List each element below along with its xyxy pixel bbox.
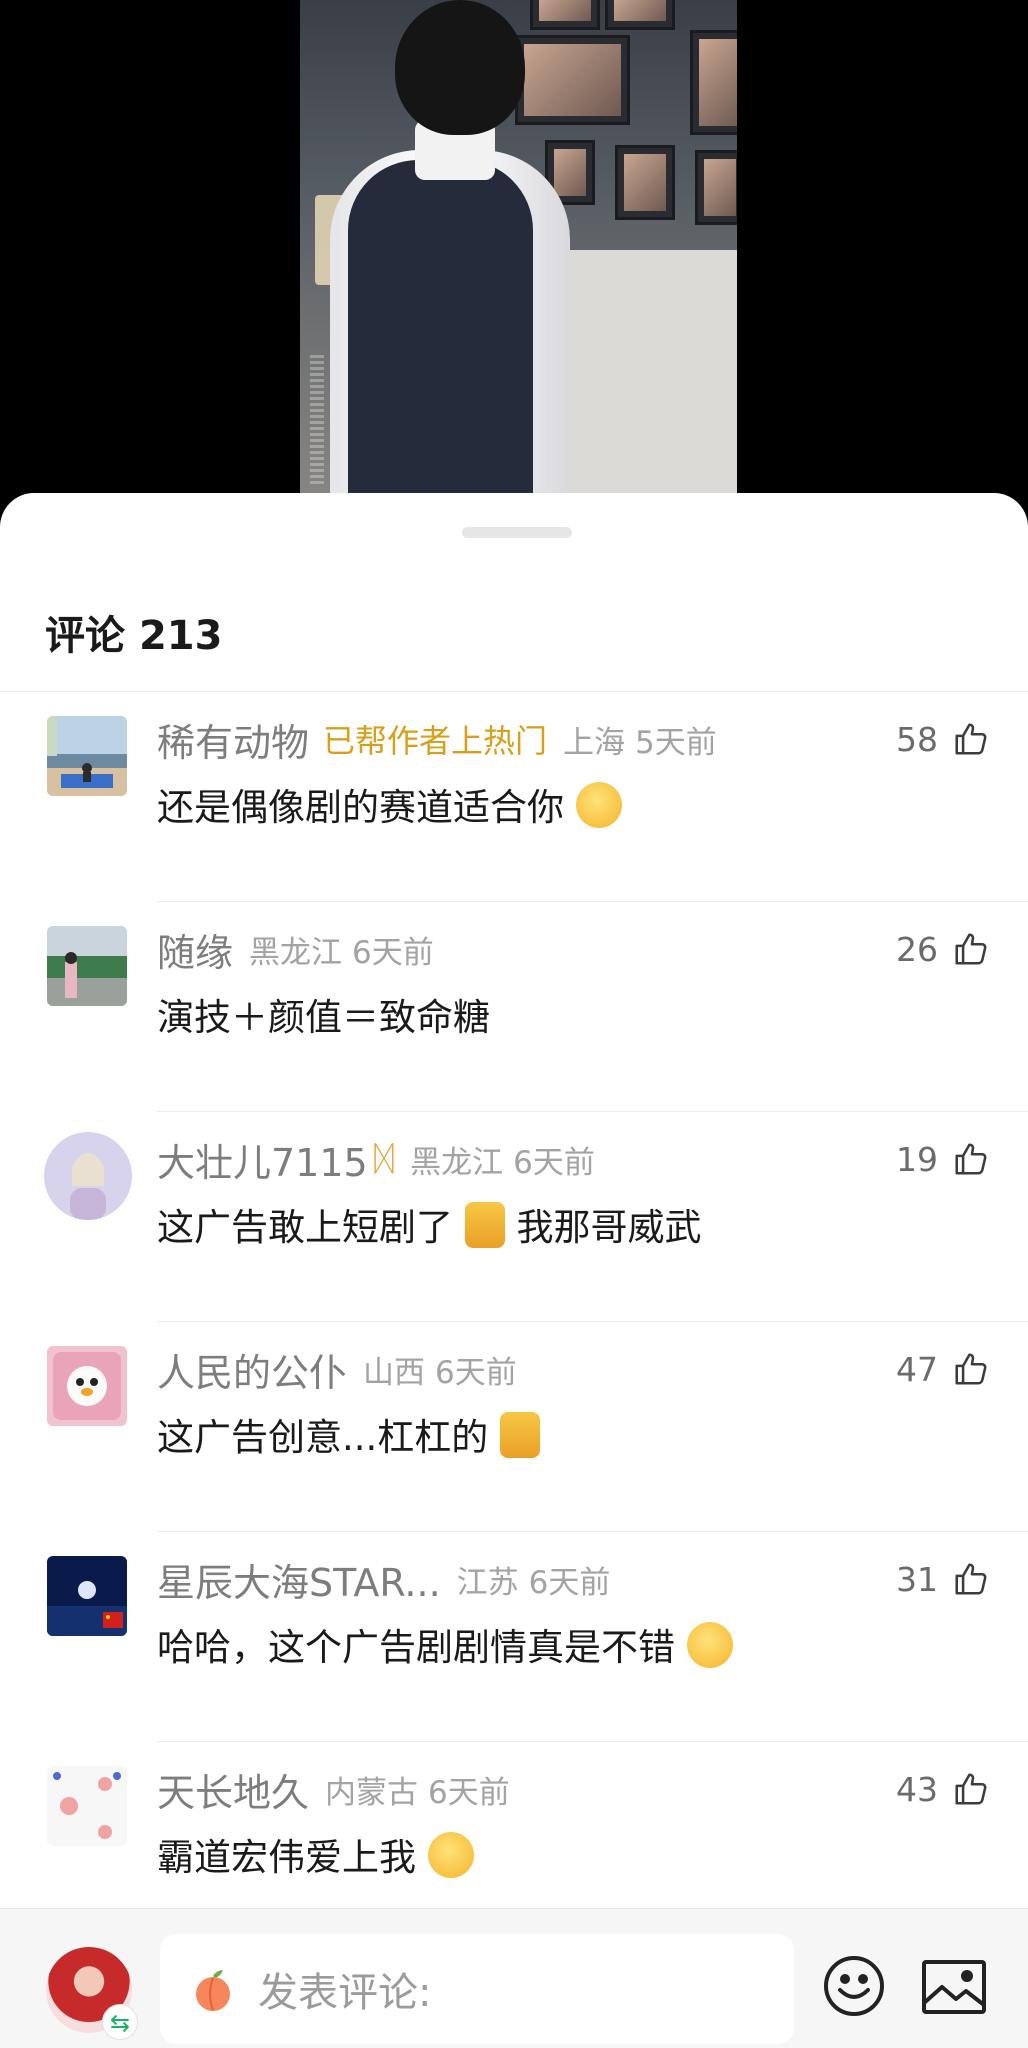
thumbs-up-emoji [500,1412,541,1458]
avatar[interactable] [47,1556,127,1636]
comment-text: 演技＋颜值＝致命糖 [157,987,490,1041]
avatar[interactable] [47,1346,127,1426]
comment-text-content: 还是偶像剧的赛道适合你 [157,786,564,829]
location: 上海 [563,724,626,761]
like-count: 43 [896,1769,938,1809]
comments-count: 213 [138,613,223,659]
username[interactable]: 大壮儿7115 [157,1132,368,1187]
comment-text-content: 霸道宏伟爱上我 [157,1836,416,1879]
white-board [560,250,737,520]
wall-photo [695,150,737,225]
like-count: 31 [896,1559,938,1599]
thumbs-up-icon [955,1773,987,1805]
video-frame[interactable] [300,0,737,520]
thumbs-up-emoji [464,1202,505,1248]
sheet-drag-handle[interactable] [462,527,572,538]
account-switch-icon[interactable]: ⇆ [102,2004,138,2040]
like-button[interactable]: 47 [896,1344,990,1394]
video-disclaimer-caption [310,355,324,485]
avatar[interactable] [47,716,127,796]
avatar[interactable] [47,926,127,1006]
comment-text-content: 我那哥威武 [516,1206,702,1249]
comment-text: 这广告创意...杠杠的 [157,1407,541,1461]
comment-input[interactable]: 发表评论: [160,1934,794,2044]
wall-photo [530,0,600,30]
peach-icon [196,1970,230,2011]
comment-text: 哈哈，这个广告剧剧情真是不错 [157,1617,733,1671]
location: 山西 [363,1354,426,1391]
comment-text: 霸道宏伟爱上我 [157,1827,474,1881]
comment-item[interactable]: 稀有动物 已帮作者上热门 上海 5天前 还是偶像剧的赛道适合你 58 [0,692,1028,902]
thumbs-up-icon [955,933,987,965]
username[interactable]: 天长地久 [157,1762,309,1817]
like-count: 26 [896,929,938,969]
wall-photo [690,30,737,135]
username[interactable]: 人民的公仆 [157,1342,347,1397]
666-face-emoji [575,782,622,828]
fan-badge-icon: ᛞ [373,1139,395,1179]
location: 江苏 [456,1564,519,1601]
comment-placeholder: 发表评论: [258,1970,432,2016]
comment-sheet: 评论 213 稀有动物 已帮作者上热门 上海 5天前 还是偶像剧的赛道适合你 5… [0,493,1028,2048]
wall-photo [515,35,630,125]
comment-item[interactable]: 大壮儿7115 ᛞ 黑龙江 6天前 这广告敢上短剧了 我那哥威武 19 [0,1112,1028,1322]
like-button[interactable]: 43 [896,1764,990,1814]
thumbs-up-icon [955,1143,987,1175]
video-player[interactable] [0,0,1028,520]
location: 内蒙古 [325,1774,419,1811]
thumbs-up-icon [955,1353,987,1385]
like-count: 47 [896,1349,938,1389]
comment-count-title: 评论 213 [45,603,222,661]
thumbs-up-icon [955,1563,987,1595]
comment-item[interactable]: 随缘 黑龙江 6天前 演技＋颜值＝致命糖 26 [0,902,1028,1112]
image-picker-icon[interactable] [921,1959,987,2015]
timestamp: 6天前 [428,1774,510,1811]
comment-item[interactable]: 人民的公仆 山西 6天前 这广告创意...杠杠的 47 [0,1322,1028,1532]
comment-list[interactable]: 稀有动物 已帮作者上热门 上海 5天前 还是偶像剧的赛道适合你 58 随缘 黑龙… [0,692,1028,1952]
thumbs-up-icon [955,723,987,755]
wall-photo [615,145,675,220]
hot-helper-tag: 已帮作者上热门 [323,722,548,760]
timestamp: 6天前 [528,1564,611,1601]
timestamp: 6天前 [513,1144,595,1181]
comment-text-content: 这广告创意...杠杠的 [157,1416,489,1459]
grinning-emoji [686,1622,733,1668]
comment-text-content: 这广告敢上短剧了 [157,1206,453,1249]
comment-input-bar: ⇆ 发表评论: [0,1908,1028,2048]
wall-photo [605,0,675,30]
username[interactable]: 星辰大海STAR... [157,1552,441,1607]
hugging-emoji [427,1832,474,1878]
like-count: 58 [896,719,938,759]
timestamp: 6天前 [435,1354,517,1391]
avatar[interactable] [47,1766,127,1846]
comment-text: 还是偶像剧的赛道适合你 [157,777,622,831]
comment-text-content: 哈哈，这个广告剧剧情真是不错 [157,1626,675,1669]
emoji-picker-icon[interactable] [822,1954,886,2018]
username[interactable]: 随缘 [157,922,233,977]
like-button[interactable]: 19 [896,1134,990,1184]
location: 黑龙江 [410,1144,504,1181]
comment-text: 这广告敢上短剧了 我那哥威武 [157,1197,702,1251]
comment-item[interactable]: 星辰大海STAR... 江苏 6天前 哈哈，这个广告剧剧情真是不错 31 [0,1532,1028,1742]
comment-text-content: 演技＋颜值＝致命糖 [157,996,490,1039]
like-count: 19 [896,1139,938,1179]
like-button[interactable]: 26 [896,924,990,974]
comments-label: 评论 [45,613,125,659]
person-vest [348,160,533,520]
person-head [395,0,525,135]
like-button[interactable]: 31 [896,1554,990,1604]
like-button[interactable]: 58 [896,714,990,764]
timestamp: 6天前 [352,934,434,971]
location: 黑龙江 [249,934,343,971]
timestamp: 5天前 [635,724,717,761]
avatar[interactable] [44,1132,132,1220]
username[interactable]: 稀有动物 [157,712,309,767]
